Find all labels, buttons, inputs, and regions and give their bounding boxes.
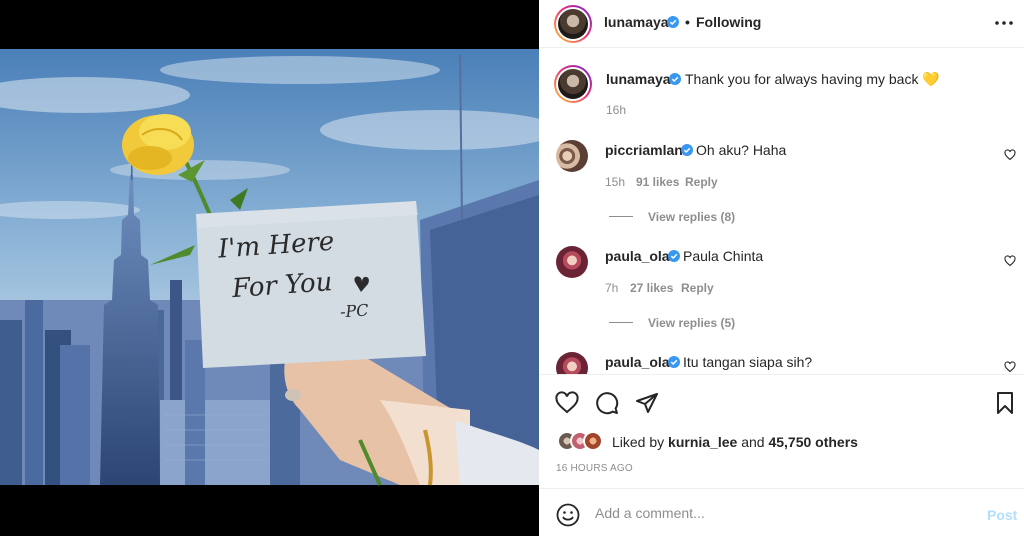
note-signature: -PC [339, 300, 370, 322]
verified-badge-icon [668, 250, 680, 262]
comment-like-heart-icon[interactable] [1004, 361, 1016, 373]
view-replies-line [609, 216, 633, 217]
comment-text: Paula Chinta [683, 248, 764, 264]
add-comment-bar: Post [539, 488, 1024, 536]
comment-time[interactable]: 15h [605, 175, 625, 189]
liked-by-row[interactable]: Liked by kurnia_lee and 45,750 others [557, 431, 997, 453]
comment-like-heart-icon[interactable] [1004, 149, 1016, 161]
save-bookmark-icon[interactable] [993, 391, 1017, 415]
add-comment-input[interactable] [595, 499, 975, 527]
emoji-icon[interactable] [556, 503, 580, 527]
verified-badge-icon [681, 144, 693, 156]
comment-like-heart-icon[interactable] [1004, 255, 1016, 267]
liked-by-user[interactable]: kurnia_lee [668, 434, 737, 450]
comment-likes[interactable]: 91 likes [636, 175, 679, 189]
view-replies-button[interactable]: View replies (8) [648, 210, 735, 224]
verified-badge-icon [668, 356, 680, 368]
separator-dot: • [685, 14, 690, 30]
note-line-1: I'm Here [217, 226, 336, 265]
view-replies-line [609, 322, 633, 323]
comment-username[interactable]: paula_ola [605, 248, 670, 264]
view-replies-button[interactable]: View replies (5) [648, 316, 735, 330]
liker-avatar [583, 431, 603, 451]
post-actions: Liked by kurnia_lee and 45,750 others 16… [539, 374, 1024, 488]
comment-likes[interactable]: 27 likes [630, 281, 673, 295]
caption-username[interactable]: lunamaya [606, 71, 671, 87]
comment-reply-button[interactable]: Reply [685, 175, 718, 189]
like-heart-icon[interactable] [555, 391, 579, 415]
verified-badge-icon [669, 73, 681, 85]
following-button[interactable]: Following [696, 14, 761, 30]
caption-text: Thank you for always having my back 💛 [685, 71, 940, 87]
more-horizontal-icon[interactable] [993, 12, 1015, 34]
liked-by-others[interactable]: 45,750 others [768, 434, 858, 450]
post-comment-button[interactable]: Post [987, 507, 1017, 523]
header-username[interactable]: lunamaya [604, 14, 669, 30]
comment-avatar[interactable] [556, 140, 588, 172]
post-media[interactable]: I'm Here For You -PC [0, 0, 539, 536]
comment-avatar[interactable] [556, 246, 588, 278]
comment-time[interactable]: 7h [605, 281, 618, 295]
comments-list[interactable]: lunamaya Thank you for always having my … [539, 48, 1024, 374]
post-timestamp[interactable]: 16 HOURS AGO [556, 463, 633, 474]
note-line-2: For You [231, 267, 334, 305]
comment-text: Itu tangan siapa sih? [683, 354, 813, 370]
comment-bubble-icon[interactable] [595, 391, 619, 415]
caption-time[interactable]: 16h [606, 103, 626, 117]
comment-avatar[interactable] [556, 352, 588, 374]
post-sidebar: lunamaya • Following lunamaya Thank you … [539, 0, 1024, 536]
verified-badge-icon [667, 16, 679, 28]
liked-by-text[interactable]: Liked by kurnia_lee and 45,750 others [612, 434, 858, 450]
caption-avatar[interactable] [554, 65, 592, 103]
comment-text: Oh aku? Haha [696, 142, 787, 158]
note-text: I'm Here For You -PC [217, 227, 408, 322]
comment-username[interactable]: piccriamlan [605, 142, 683, 158]
comment-reply-button[interactable]: Reply [681, 281, 714, 295]
avatar[interactable] [554, 5, 592, 43]
share-send-icon[interactable] [635, 391, 659, 415]
comment-username[interactable]: paula_ola [605, 354, 670, 370]
post-header: lunamaya • Following [539, 0, 1024, 48]
